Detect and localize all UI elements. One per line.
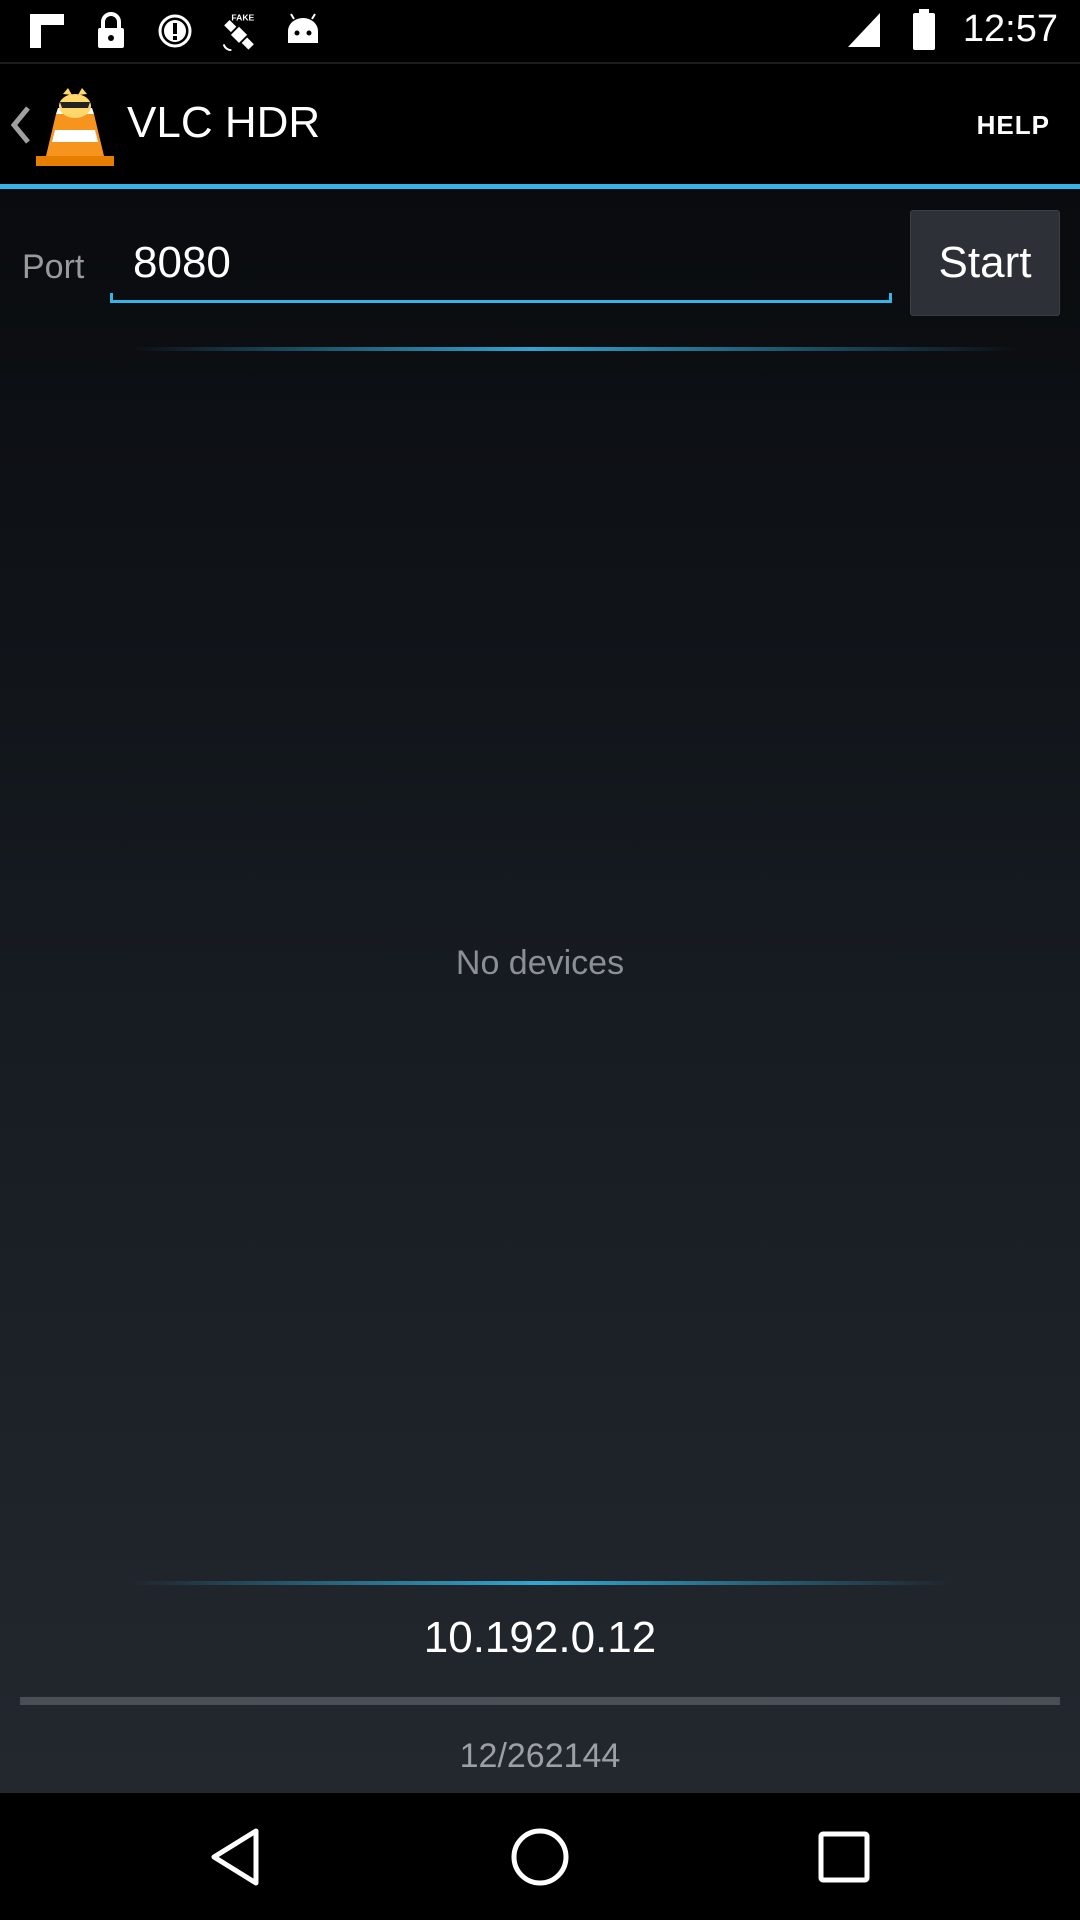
port-field[interactable]: [110, 238, 892, 303]
svg-text:FAKE: FAKE: [231, 13, 254, 23]
status-icons-right: 12:57: [843, 8, 1058, 51]
signal-icon: [843, 9, 885, 51]
divider-bottom: [130, 1581, 950, 1585]
flipboard-icon: [26, 10, 68, 52]
divider-top: [130, 347, 1020, 351]
navigation-bar: [0, 1793, 1080, 1920]
fake-gps-satellite-icon: FAKE: [218, 10, 260, 52]
vlc-cone-app-icon[interactable]: [32, 86, 118, 172]
status-time: 12:57: [962, 8, 1058, 50]
no-devices-text: No devices: [455, 944, 625, 982]
start-button[interactable]: Start: [910, 210, 1060, 316]
alert-circle-icon: [154, 10, 196, 52]
recents-icon[interactable]: [808, 1821, 880, 1893]
port-input-underline: [110, 293, 892, 303]
screen: FAKE 12:57 VLC HDR HELP Port 8080 Start …: [0, 0, 1080, 1920]
ip-address-text: 10.192.0.12: [423, 1613, 657, 1662]
progress-text: 12/262144: [459, 1737, 621, 1775]
port-label: Port: [22, 248, 85, 286]
port-input[interactable]: [133, 238, 873, 288]
home-icon[interactable]: [504, 1821, 576, 1893]
help-button[interactable]: HELP: [977, 110, 1050, 141]
battery-icon: [903, 8, 945, 51]
main-content: [0, 189, 1080, 1793]
app-title: VLC HDR: [127, 98, 321, 147]
status-bar: FAKE 12:57: [0, 0, 1080, 64]
lock-icon: [90, 10, 132, 52]
back-chevron-icon[interactable]: [8, 100, 32, 150]
status-icons-left: FAKE: [26, 10, 324, 52]
android-icon: [282, 10, 324, 52]
progress-bar: [20, 1697, 1060, 1705]
back-icon[interactable]: [200, 1821, 272, 1893]
